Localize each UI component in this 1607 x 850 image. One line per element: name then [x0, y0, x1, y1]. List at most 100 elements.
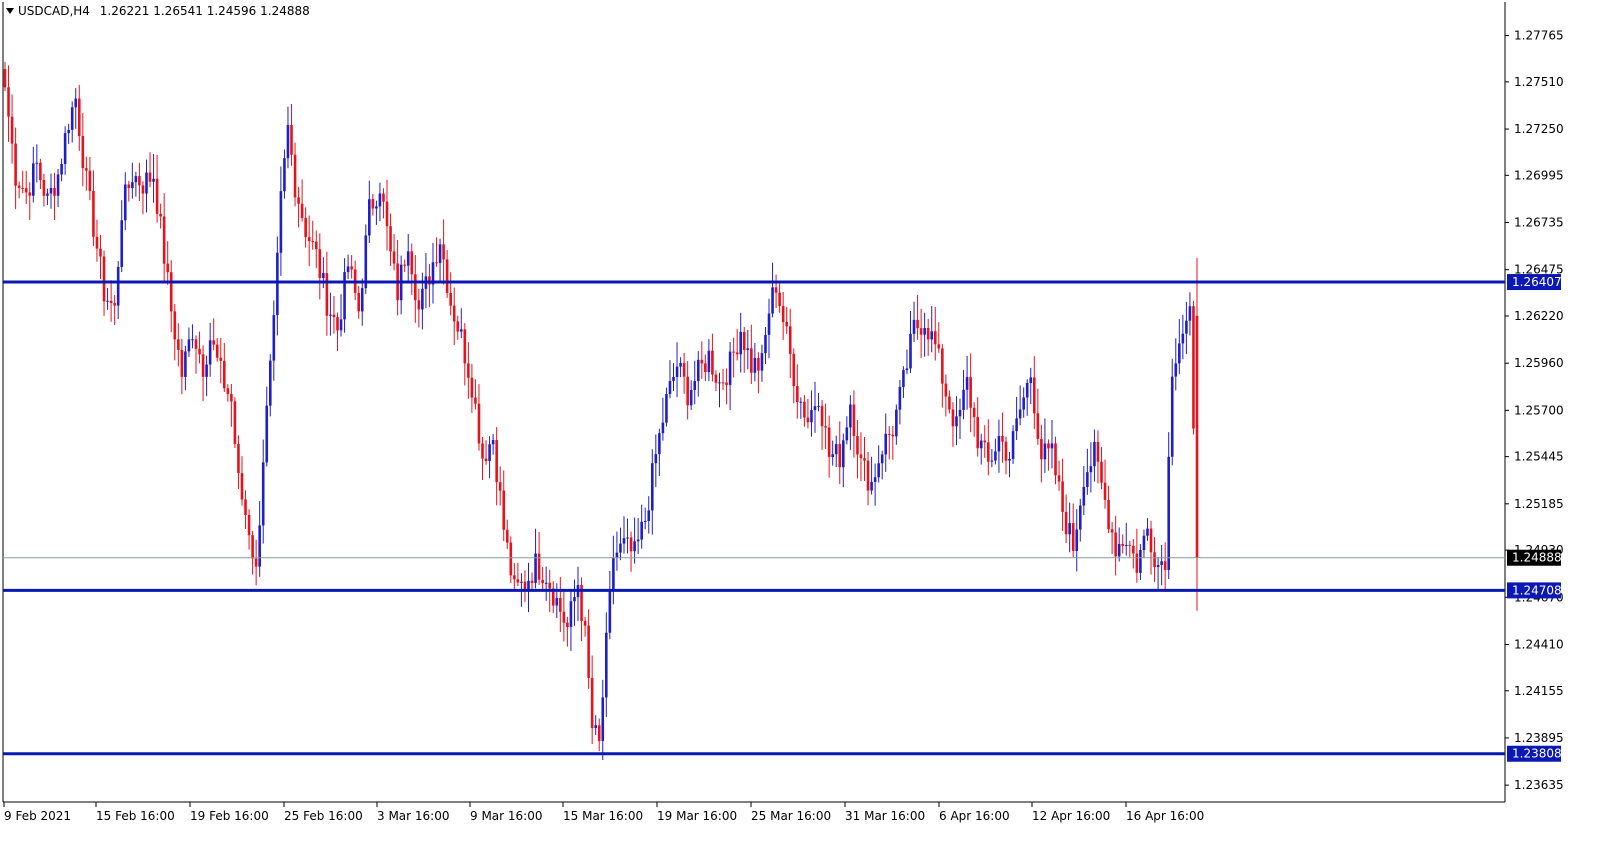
candle-body	[406, 251, 410, 266]
candle-body	[813, 406, 817, 411]
candle	[343, 258, 346, 333]
candle	[559, 576, 562, 633]
candle	[10, 94, 14, 164]
candle	[714, 370, 718, 392]
candle-body	[803, 401, 806, 418]
candle	[88, 156, 92, 201]
candle-body	[368, 199, 371, 236]
candle	[788, 308, 792, 379]
candle	[1163, 542, 1167, 592]
candle-body	[442, 244, 445, 260]
candle-body	[866, 460, 870, 491]
candle	[732, 337, 735, 378]
candle	[1068, 502, 1071, 553]
candle	[544, 566, 548, 601]
candle-body	[470, 377, 474, 398]
candle-body	[247, 514, 251, 536]
candle-body	[951, 409, 955, 427]
candle-body	[838, 444, 842, 468]
candle-body	[601, 697, 605, 741]
candle-body	[230, 393, 233, 402]
candle	[941, 344, 944, 408]
candle-body	[569, 601, 573, 627]
candle	[237, 435, 240, 490]
candle-body	[817, 405, 820, 407]
candle	[392, 234, 396, 271]
x-tick-label: 19 Mar 16:00	[657, 809, 737, 823]
candle	[944, 374, 948, 417]
candle-body	[28, 192, 32, 196]
price-chart[interactable]: 1.27765 1.27510 1.27250 1.26995 1.26735 1.264…	[0, 0, 1607, 850]
candle	[339, 294, 343, 337]
candle-body	[1128, 544, 1132, 546]
candle	[254, 539, 258, 586]
candle-body	[311, 241, 315, 243]
candle	[371, 194, 375, 216]
candle	[1096, 430, 1100, 484]
candle-body	[1075, 529, 1079, 551]
candle-body	[1124, 544, 1128, 546]
candle-body	[392, 251, 396, 264]
candle-body	[643, 520, 647, 522]
candle	[1178, 319, 1181, 375]
candle	[116, 261, 120, 320]
candle	[21, 170, 24, 194]
candle	[1110, 521, 1114, 555]
candle-body	[523, 581, 527, 590]
candle-body	[636, 539, 640, 542]
candle	[831, 440, 834, 466]
candle-body	[686, 376, 689, 406]
candle	[912, 301, 916, 343]
y-tick-label: 1.26735	[1514, 216, 1564, 230]
candle-body	[166, 263, 170, 273]
candle	[771, 262, 774, 318]
candle	[495, 427, 498, 506]
candle	[152, 154, 155, 203]
candle	[28, 182, 32, 221]
candle	[866, 451, 870, 506]
candle	[813, 381, 817, 433]
candle-body	[849, 404, 852, 428]
candle	[123, 172, 127, 231]
candle-body	[148, 172, 152, 182]
y-tick-label: 1.24155	[1514, 684, 1564, 698]
candle-body	[198, 348, 201, 355]
candle	[1149, 520, 1153, 575]
candle	[452, 287, 456, 346]
candle-body	[1181, 333, 1185, 344]
candle-body	[958, 409, 962, 417]
candle	[661, 397, 665, 441]
candle-body	[987, 442, 990, 462]
candle	[1022, 387, 1025, 418]
candle-body	[219, 357, 223, 361]
candle	[629, 531, 633, 572]
candle-body	[329, 314, 332, 316]
candle	[53, 172, 56, 220]
candle-body	[35, 162, 39, 164]
candle-body	[201, 354, 205, 377]
candle	[396, 240, 399, 316]
candle-body	[314, 241, 318, 250]
candle-body	[233, 401, 237, 444]
candle-body	[318, 249, 322, 278]
candle	[1167, 432, 1171, 580]
candle	[887, 426, 891, 460]
candle	[551, 581, 555, 614]
candle-body	[24, 188, 28, 193]
candle	[658, 428, 661, 476]
candle-body	[1096, 441, 1100, 462]
candle	[92, 170, 95, 247]
candle	[555, 583, 559, 619]
time-axis[interactable]: 9 Feb 2021 15 Feb 16:00 19 Feb 16:00 25 Feb…	[3, 802, 1204, 823]
candle	[215, 338, 219, 362]
candle-body	[31, 163, 35, 196]
candle-body	[49, 187, 53, 194]
candle	[3, 61, 7, 91]
candle	[382, 188, 385, 219]
candle	[35, 144, 39, 183]
candle-body	[831, 454, 834, 457]
candle	[488, 436, 491, 479]
candle-body	[930, 331, 934, 340]
candle-body	[484, 458, 488, 462]
price-axis[interactable]: 1.27765 1.27510 1.27250 1.26995 1.26735 1.264…	[1505, 29, 1564, 793]
